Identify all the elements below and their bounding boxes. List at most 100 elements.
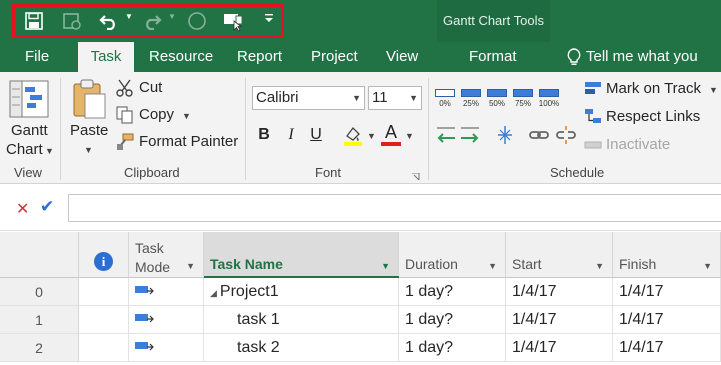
tab-task[interactable]: Task [78, 42, 134, 73]
font-color-dropdown-icon[interactable]: ▼ [405, 131, 414, 141]
start-cell[interactable]: 1/4/17 [506, 306, 613, 334]
task-name-cell[interactable]: ◢ Project1 [204, 278, 399, 306]
save-icon[interactable] [22, 9, 46, 33]
percent-bar-icon [539, 89, 559, 97]
font-color-swatch [381, 142, 401, 146]
tell-me-box[interactable]: Tell me what you wa [576, 42, 721, 95]
respect-links-button[interactable]: Respect Links [606, 108, 700, 125]
task-name-cell[interactable]: task 1 [204, 306, 399, 334]
duration-column-header[interactable]: Duration ▼ [399, 232, 506, 278]
format-painter-icon[interactable] [116, 133, 134, 151]
copy-icon[interactable] [116, 106, 134, 124]
percent-75-button[interactable]: 75% [512, 86, 534, 108]
collapse-triangle-icon[interactable]: ◢ [210, 288, 217, 298]
duration-cell[interactable]: 1 day? [399, 334, 506, 362]
font-size-select[interactable]: 11 ▼ [368, 86, 422, 110]
task-mode-cell[interactable] [129, 334, 204, 362]
indicators-column-header[interactable]: i [79, 232, 129, 278]
cancel-entry-icon[interactable]: ✕ [16, 199, 29, 219]
copy-button[interactable]: Copy [139, 106, 174, 123]
gantt-chart-label-1[interactable]: Gantt [11, 122, 48, 139]
start-cell[interactable]: 1/4/17 [506, 334, 613, 362]
task-mode-column-header[interactable]: Task Mode ▼ [129, 232, 204, 278]
font-name-select[interactable]: Calibri ▼ [252, 86, 365, 110]
save-baseline-icon[interactable] [60, 9, 84, 33]
task-name-column-header[interactable]: Task Name ▼ [204, 232, 399, 278]
tab-resource[interactable]: Resource [139, 42, 223, 72]
start-column-header[interactable]: Start ▼ [506, 232, 613, 278]
confirm-entry-icon[interactable]: ✔ [40, 197, 54, 217]
highlight-color-icon[interactable] [342, 124, 364, 146]
gantt-chart-dropdown-icon[interactable]: ▼ [45, 146, 54, 156]
font-dialog-launcher-icon[interactable] [412, 168, 420, 181]
gantt-chart-icon[interactable] [9, 80, 49, 118]
task-mode-cell[interactable] [129, 278, 204, 306]
group-separator [428, 78, 429, 180]
touch-mode-icon[interactable] [222, 9, 246, 33]
percent-50-label: 50% [488, 99, 505, 108]
select-all-corner[interactable] [0, 232, 79, 278]
paste-label[interactable]: Paste [70, 122, 108, 139]
redo-dropdown-icon[interactable]: ▼ [168, 12, 176, 21]
percent-50-button[interactable]: 50% [486, 86, 508, 108]
info-icon: i [94, 252, 113, 271]
context-group-title: Gantt Chart Tools [443, 13, 544, 28]
tab-report[interactable]: Report [227, 42, 292, 72]
font-color-button[interactable]: A [380, 122, 402, 146]
percent-0-button[interactable]: 0% [434, 86, 456, 108]
tab-view[interactable]: View [376, 42, 428, 72]
link-tasks-icon[interactable] [528, 124, 550, 146]
percent-0-label: 0% [439, 99, 451, 108]
mark-on-track-icon[interactable] [584, 79, 602, 97]
tab-format[interactable]: Format [459, 42, 527, 72]
auto-schedule-icon [135, 342, 154, 351]
respect-links-icon[interactable] [584, 107, 602, 125]
task-mode-header-line2: Mode [135, 259, 171, 275]
mark-on-track-dropdown-icon[interactable]: ▼ [709, 85, 718, 95]
percent-bar-icon [513, 89, 533, 97]
split-task-icon[interactable] [494, 124, 516, 146]
redo-icon[interactable] [140, 9, 164, 33]
indicator-cell[interactable] [79, 278, 129, 306]
gantt-chart-label-2[interactable]: Chart [6, 141, 43, 158]
bold-button[interactable]: B [253, 124, 275, 146]
entry-field[interactable] [68, 194, 721, 222]
inactivate-button[interactable]: Inactivate [606, 136, 670, 153]
cut-button[interactable]: Cut [139, 79, 162, 96]
finish-cell[interactable]: 1/4/17 [613, 278, 721, 306]
indicator-cell[interactable] [79, 334, 129, 362]
finish-column-header[interactable]: Finish ▼ [613, 232, 721, 278]
underline-button[interactable]: U [305, 124, 327, 146]
mark-on-track-button[interactable]: Mark on Track [606, 80, 701, 97]
start-cell[interactable]: 1/4/17 [506, 278, 613, 306]
indent-icon[interactable] [459, 124, 481, 146]
indicator-cell[interactable] [79, 306, 129, 334]
row-number[interactable]: 2 [0, 334, 79, 362]
customize-qat-icon[interactable] [265, 14, 273, 25]
task-mode-cell[interactable] [129, 306, 204, 334]
outdent-icon[interactable] [435, 124, 457, 146]
copy-dropdown-icon[interactable]: ▼ [182, 111, 191, 121]
row-number[interactable]: 1 [0, 306, 79, 334]
task-name-cell[interactable]: task 2 [204, 334, 399, 362]
circle-icon[interactable] [185, 9, 209, 33]
highlight-dropdown-icon[interactable]: ▼ [367, 131, 376, 141]
unlink-tasks-icon[interactable] [555, 124, 577, 146]
undo-dropdown-icon[interactable]: ▼ [125, 12, 133, 21]
undo-icon[interactable] [97, 9, 121, 33]
tab-project[interactable]: Project [301, 42, 368, 72]
duration-cell[interactable]: 1 day? [399, 278, 506, 306]
finish-cell[interactable]: 1/4/17 [613, 306, 721, 334]
percent-100-button[interactable]: 100% [538, 86, 560, 108]
row-number[interactable]: 0 [0, 278, 79, 306]
format-painter-button[interactable]: Format Painter [139, 133, 238, 150]
duration-cell[interactable]: 1 day? [399, 306, 506, 334]
italic-button[interactable]: I [280, 124, 302, 146]
cut-icon[interactable] [116, 79, 134, 97]
finish-cell[interactable]: 1/4/17 [613, 334, 721, 362]
inactivate-icon[interactable] [584, 136, 602, 154]
tab-file[interactable]: File [15, 42, 59, 72]
paste-dropdown-icon[interactable]: ▼ [84, 145, 93, 155]
percent-25-button[interactable]: 25% [460, 86, 482, 108]
paste-icon[interactable] [71, 78, 109, 120]
